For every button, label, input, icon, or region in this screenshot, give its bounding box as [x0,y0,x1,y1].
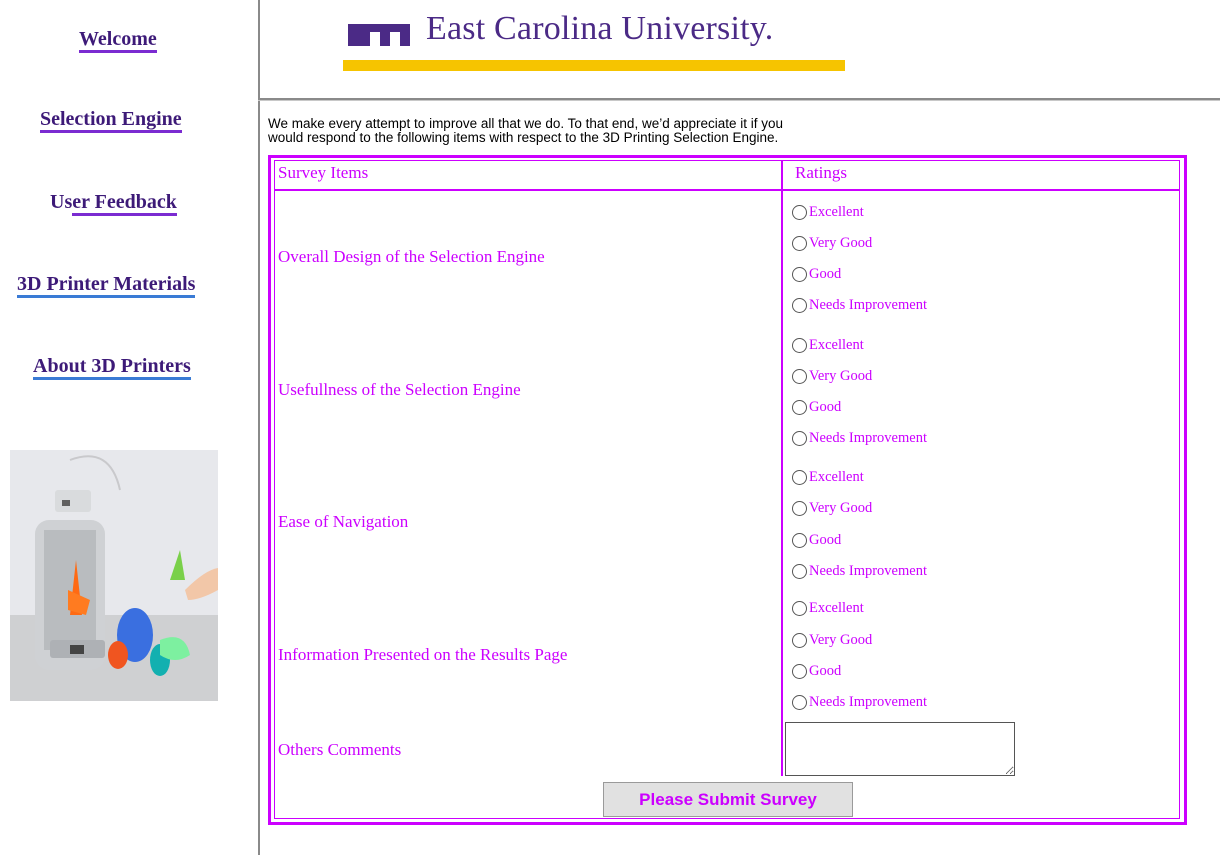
intro-line-1: We make every attempt to improve all tha… [268,116,784,131]
intro-text: We make every attempt to improve all tha… [268,117,988,145]
nav-materials-link[interactable]: 3D Printer Materials [17,273,196,298]
col-header-ratings: Ratings [795,163,847,182]
radio-button[interactable] [792,235,807,251]
3d-printer-illustration [10,450,218,701]
nav-selection-engine-link[interactable]: Selection Engine [40,108,182,133]
rating-option-excellent[interactable]: Excellent [792,598,864,618]
rating-option-good[interactable]: Good [792,530,841,550]
rating-option-excellent[interactable]: Excellent [792,202,864,222]
radio-button[interactable] [792,368,807,384]
option-label: Needs Improvement [809,429,927,446]
radio-button[interactable] [792,430,807,446]
radio-button[interactable] [792,399,807,415]
radio-button[interactable] [792,297,807,313]
radio-button[interactable] [792,337,807,353]
rating-option-excellent[interactable]: Excellent [792,467,864,487]
survey-item-label: Information Presented on the Results Pag… [278,645,568,664]
option-label: Excellent [809,203,864,220]
nav-welcome-link[interactable]: Welcome [79,28,157,53]
3d-printer-photo [10,450,218,701]
option-label: Good [809,265,842,282]
option-label: Good [809,531,842,548]
comments-label: Others Comments [278,740,402,759]
survey-item-label: Overall Design of the Selection Engine [278,247,545,266]
option-label: Good [809,662,842,679]
column-separator [781,160,783,776]
option-label: Excellent [809,599,864,616]
radio-button[interactable] [792,694,807,710]
radio-button[interactable] [792,563,807,579]
gold-bar [343,60,845,71]
radio-button[interactable] [792,469,807,485]
rating-option-good[interactable]: Good [792,661,841,681]
rating-option-very-good[interactable]: Very Good [792,630,872,650]
rating-option-good[interactable]: Good [792,397,841,417]
header-row-separator [274,189,1180,191]
nav-about-link[interactable]: About 3D Printers [33,355,191,380]
rating-option-excellent[interactable]: Excellent [792,335,864,355]
option-label: Excellent [809,336,864,353]
rating-option-needs-improvement[interactable]: Needs Improvement [792,692,927,712]
radio-button[interactable] [792,600,807,616]
rating-option-very-good[interactable]: Very Good [792,366,872,386]
option-label: Very Good [809,367,873,384]
nav-user-feedback-rest: er Feedback [72,191,177,216]
radio-button[interactable] [792,532,807,548]
ecu-logo-icon [348,24,410,46]
rating-option-very-good[interactable]: Very Good [792,498,872,518]
university-name: East Carolina University. [426,10,774,47]
intro-line-2: would respond to the following items wit… [268,130,779,145]
option-label: Good [809,398,842,415]
rating-option-needs-improvement[interactable]: Needs Improvement [792,295,927,315]
comments-textarea[interactable] [785,722,1015,776]
option-label: Needs Improvement [809,562,927,579]
survey-item-label: Ease of Navigation [278,512,409,531]
option-label: Very Good [809,234,873,251]
rating-option-good[interactable]: Good [792,264,841,284]
option-label: Needs Improvement [809,693,927,710]
nav-divider [258,0,260,855]
col-header-items: Survey Items [278,163,369,182]
survey-item-label: Usefullness of the Selection Engine [278,380,521,399]
option-label: Excellent [809,468,864,485]
radio-button[interactable] [792,204,807,220]
radio-button[interactable] [792,500,807,516]
nav-user-feedback-prefix: Us [50,191,73,213]
rating-option-needs-improvement[interactable]: Needs Improvement [792,428,927,448]
rating-option-very-good[interactable]: Very Good [792,233,872,253]
option-label: Very Good [809,631,873,648]
submit-survey-button[interactable]: Please Submit Survey [603,782,853,817]
nav-user-feedback-link[interactable]: User Feedback [50,191,177,216]
option-label: Very Good [809,499,873,516]
radio-button[interactable] [792,663,807,679]
radio-button[interactable] [792,632,807,648]
option-label: Needs Improvement [809,296,927,313]
rating-option-needs-improvement[interactable]: Needs Improvement [792,561,927,581]
header-divider-shadow [258,100,1220,101]
radio-button[interactable] [792,266,807,282]
